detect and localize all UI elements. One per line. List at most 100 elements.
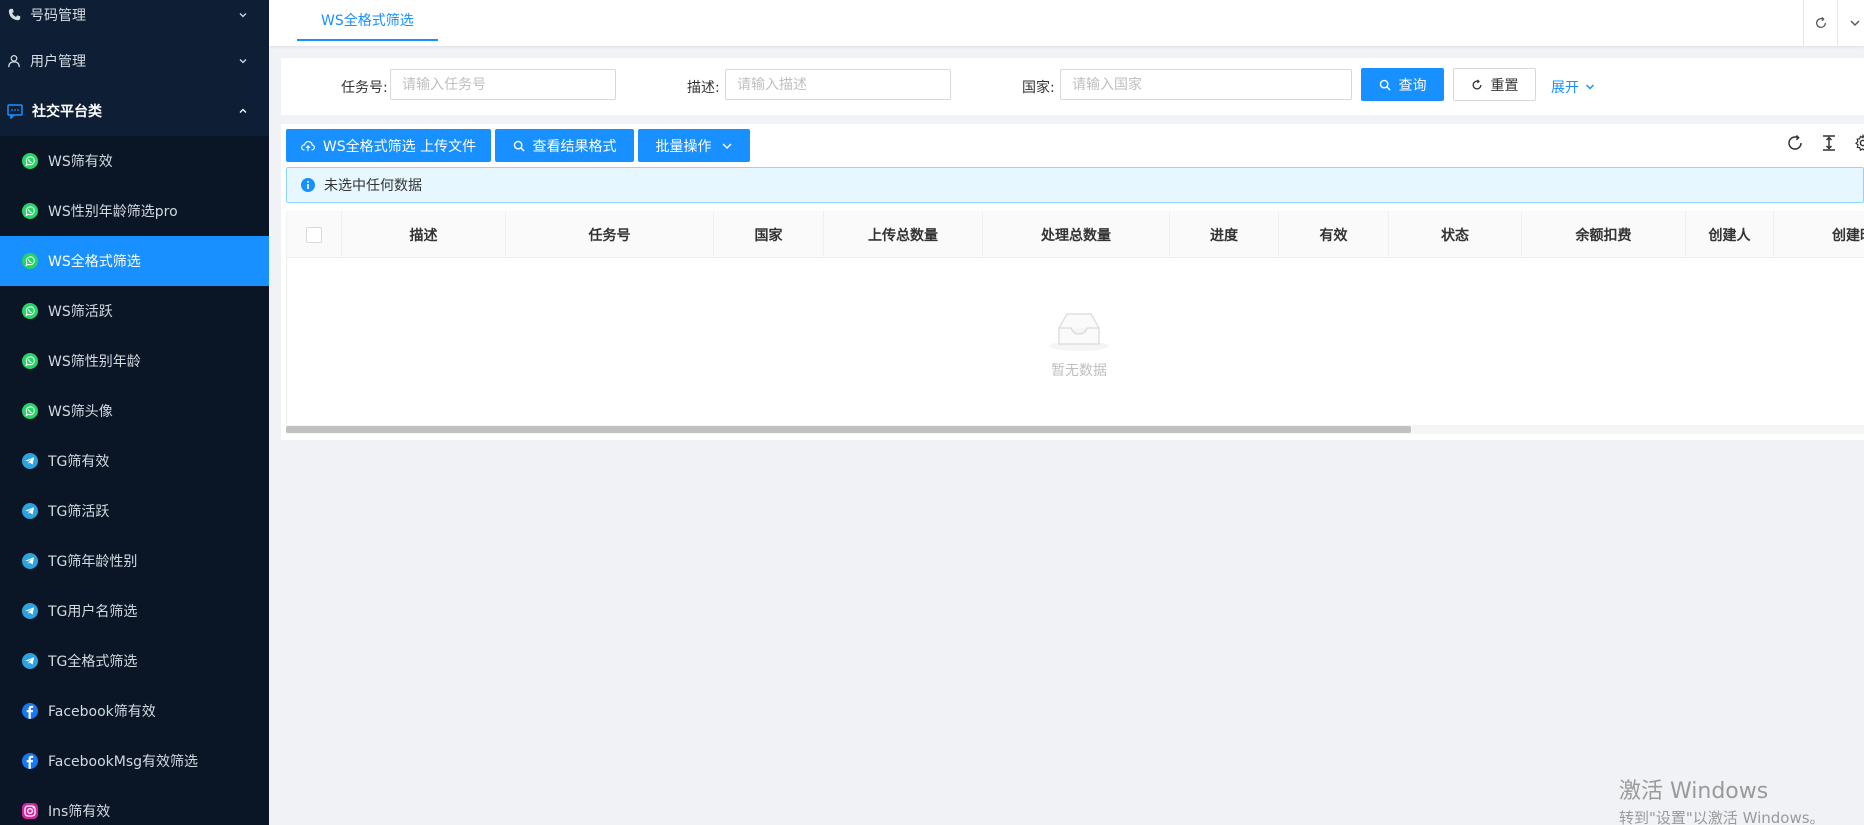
- empty-state-text: 暂无数据: [1051, 363, 1107, 379]
- column-header-creator[interactable]: 创建人: [1686, 211, 1774, 258]
- column-header-task-number[interactable]: 任务号: [506, 211, 714, 258]
- reload-icon: [1471, 78, 1483, 91]
- sidebar-item[interactable]: WS性别年龄筛选pro: [0, 186, 269, 236]
- table-body: 暂无数据: [286, 258, 1864, 424]
- settings-button[interactable]: [1854, 134, 1864, 154]
- menu-group-social-platform[interactable]: 社交平台类: [0, 86, 269, 136]
- sidebar-item[interactable]: WS筛头像: [0, 386, 269, 436]
- sidebar-item[interactable]: TG筛有效: [0, 436, 269, 486]
- column-header-description[interactable]: 描述: [342, 211, 506, 258]
- sidebar-item-label: WS性别年龄筛选pro: [48, 204, 178, 220]
- whatsapp-icon: [21, 202, 39, 220]
- expand-label: 展开: [1551, 79, 1579, 96]
- country-label: 国家:: [1022, 79, 1055, 96]
- sidebar-item[interactable]: FacebookMsg有效筛选: [0, 736, 269, 786]
- empty-inbox-icon: [1049, 313, 1109, 351]
- sidebar-item-label: WS筛活跃: [48, 304, 113, 320]
- menu-group-number-management[interactable]: 号码管理: [0, 0, 269, 36]
- chevron-down-icon: [722, 143, 731, 149]
- cloud-upload-icon: [301, 140, 315, 152]
- table-panel: WS全格式筛选 上传文件 查看结果格式 批量操作 未选中任何数据 描述 任务号 …: [281, 124, 1864, 440]
- sidebar-item-label: Facebook筛有效: [48, 704, 156, 720]
- facebook-icon: [21, 702, 39, 720]
- batch-operation-label: 批量操作: [655, 138, 712, 155]
- refresh-table-button[interactable]: [1786, 134, 1806, 154]
- column-header-processed-total[interactable]: 处理总数量: [983, 211, 1170, 258]
- column-header-status[interactable]: 状态: [1389, 211, 1522, 258]
- menu-group-label: 号码管理: [30, 7, 86, 24]
- whatsapp-icon: [21, 352, 39, 370]
- view-result-format-label: 查看结果格式: [532, 138, 617, 155]
- facebook-icon: [21, 752, 39, 770]
- sidebar-item-label: Ins筛有效: [48, 804, 111, 820]
- sidebar-item[interactable]: TG全格式筛选: [0, 636, 269, 686]
- menu-group-label: 社交平台类: [32, 104, 102, 120]
- sidebar-item-label: TG筛年龄性别: [48, 554, 138, 570]
- sidebar-item[interactable]: WS筛有效: [0, 136, 269, 186]
- sidebar-item[interactable]: WS全格式筛选: [0, 236, 269, 286]
- search-icon: [513, 140, 525, 152]
- search-panel: 任务号: 描述: 国家: 查询 重置 展开: [281, 58, 1864, 115]
- description-input[interactable]: [725, 69, 951, 100]
- telegram-icon: [21, 602, 39, 620]
- tab-actions: [1803, 0, 1864, 46]
- sidebar-item-label: WS筛头像: [48, 404, 113, 420]
- sidebar-item[interactable]: Facebook筛有效: [0, 686, 269, 736]
- column-height-icon: [1823, 135, 1835, 151]
- chevron-down-icon: [1585, 83, 1595, 90]
- telegram-icon: [21, 652, 39, 670]
- chevron-up-icon: [239, 108, 247, 113]
- whatsapp-icon: [21, 402, 39, 420]
- column-header-created-time[interactable]: 创建时: [1774, 211, 1864, 258]
- tab-ws-full-format-filter[interactable]: WS全格式筛选: [297, 0, 438, 41]
- sidebar-item[interactable]: TG用户名筛选: [0, 586, 269, 636]
- column-height-button[interactable]: [1820, 134, 1840, 154]
- gear-icon: [1855, 134, 1864, 152]
- batch-operation-dropdown[interactable]: 批量操作: [638, 129, 750, 162]
- select-all-checkbox[interactable]: [306, 226, 322, 243]
- chevron-down-icon: [239, 59, 247, 64]
- tab-menu-button[interactable]: [1837, 0, 1864, 46]
- selection-alert-text: 未选中任何数据: [324, 178, 422, 194]
- column-header-balance-deduction[interactable]: 余额扣费: [1522, 211, 1686, 258]
- sidebar-item[interactable]: Ins筛有效: [0, 786, 269, 825]
- select-all-cell: [287, 211, 342, 258]
- selection-alert: 未选中任何数据: [286, 167, 1864, 203]
- sidebar-item[interactable]: TG筛年龄性别: [0, 536, 269, 586]
- sidebar: 号码管理 用户管理 社交平台类 WS筛有效 WS性别年龄筛选pro WS全格式筛选 W…: [0, 0, 269, 825]
- instagram-icon: [21, 802, 39, 820]
- query-button[interactable]: 查询: [1361, 68, 1444, 101]
- search-icon: [1379, 79, 1391, 91]
- table-tools: [1786, 134, 1864, 154]
- telegram-icon: [21, 452, 39, 470]
- task-number-input[interactable]: [390, 69, 616, 100]
- sidebar-item[interactable]: WS筛性别年龄: [0, 336, 269, 386]
- chevron-down-icon: [1850, 20, 1859, 26]
- country-input[interactable]: [1060, 69, 1352, 100]
- column-header-valid[interactable]: 有效: [1279, 211, 1389, 258]
- menu-group-user-management[interactable]: 用户管理: [0, 36, 269, 86]
- column-header-progress[interactable]: 进度: [1170, 211, 1279, 258]
- reset-button[interactable]: 重置: [1453, 68, 1536, 101]
- info-icon: [301, 178, 315, 192]
- refresh-icon: [1815, 16, 1826, 28]
- horizontal-scrollbar[interactable]: [286, 425, 1864, 434]
- refresh-tab-button[interactable]: [1803, 0, 1837, 46]
- sidebar-item[interactable]: TG筛活跃: [0, 486, 269, 536]
- table-header: 描述 任务号 国家 上传总数量 处理总数量 进度 有效 状态 余额扣费 创建人 …: [286, 211, 1864, 258]
- tab-bar: WS全格式筛选: [269, 0, 1864, 46]
- upload-file-button[interactable]: WS全格式筛选 上传文件: [286, 129, 491, 162]
- scrollbar-thumb[interactable]: [286, 426, 1411, 433]
- whatsapp-icon: [21, 302, 39, 320]
- sidebar-item-label: FacebookMsg有效筛选: [48, 754, 199, 770]
- chevron-down-icon: [239, 12, 247, 17]
- sidebar-item-label: TG筛有效: [48, 454, 110, 470]
- description-label: 描述:: [687, 79, 720, 96]
- view-result-format-button[interactable]: 查看结果格式: [495, 129, 634, 162]
- expand-toggle[interactable]: 展开: [1551, 58, 1596, 115]
- column-header-country[interactable]: 国家: [714, 211, 824, 258]
- sidebar-item[interactable]: WS筛活跃: [0, 286, 269, 336]
- upload-file-label: WS全格式筛选 上传文件: [322, 138, 477, 155]
- sidebar-item-label: WS全格式筛选: [48, 254, 141, 270]
- column-header-upload-total[interactable]: 上传总数量: [824, 211, 983, 258]
